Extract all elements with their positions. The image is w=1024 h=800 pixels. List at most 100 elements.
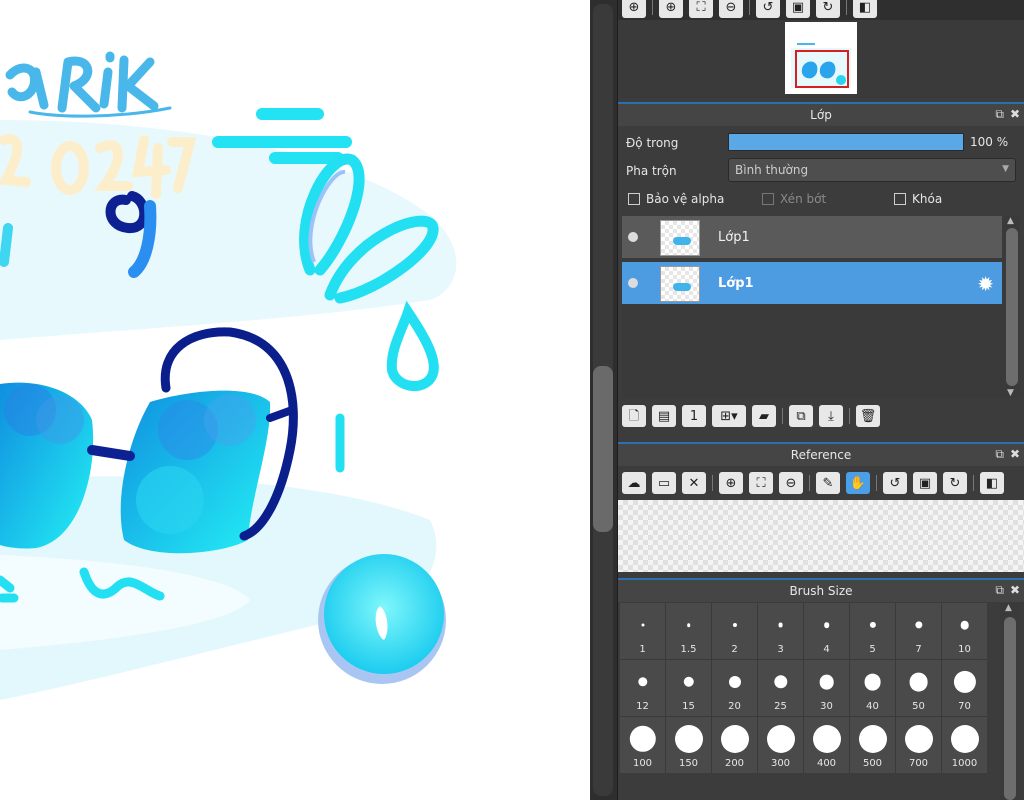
brush-dot [823, 622, 830, 628]
brush-size-label: 500 [862, 758, 883, 769]
brush-size-scrollbar[interactable]: ▲ [1000, 603, 1020, 800]
brush-size-cell[interactable]: 1 [620, 603, 665, 659]
brush-size-cell[interactable]: 70 [942, 660, 987, 716]
fit-window-icon[interactable]: ⛶ [749, 472, 773, 494]
brush-size-cell[interactable]: 10 [942, 603, 987, 659]
delete-layer-icon[interactable]: 🗑 [856, 405, 880, 427]
rotate-right-icon[interactable]: ↻ [943, 472, 967, 494]
brush-dot [683, 676, 694, 688]
brush-size-label: 300 [770, 758, 791, 769]
popout-icon[interactable]: ⧉ [995, 583, 1004, 598]
brush-dot [812, 725, 841, 753]
layer-name: Lớp1 [718, 230, 750, 245]
close-icon[interactable]: ✕ [682, 472, 706, 494]
zoom-in-icon[interactable]: ⊕ [719, 472, 743, 494]
blend-mode-select[interactable]: Bình thường ▼ [728, 158, 1016, 182]
brush-size-cell[interactable]: 100 [620, 717, 665, 773]
navigator-thumbnail[interactable] [785, 22, 857, 94]
rotate-left-icon[interactable]: ↺ [883, 472, 907, 494]
brush-size-cell[interactable]: 20 [712, 660, 757, 716]
rotate-reset-icon[interactable]: ▣ [786, 0, 810, 18]
popout-icon[interactable]: ⧉ [995, 107, 1004, 122]
brush-size-cell[interactable]: 300 [758, 717, 803, 773]
brush-size-cell[interactable]: 7 [896, 603, 941, 659]
brush-dot [904, 725, 933, 753]
layer-list-scrollbar[interactable]: ▲ ▼ [1002, 216, 1020, 398]
duplicate-layer-icon[interactable]: ⧉ [789, 405, 813, 427]
brush-size-cell[interactable]: 2 [712, 603, 757, 659]
add-layer-dropdown-icon[interactable]: ⊞▾ [712, 405, 746, 427]
brush-size-cell[interactable]: 3 [758, 603, 803, 659]
gear-icon[interactable]: ✹ [977, 272, 994, 296]
layer-thumbnail-art [673, 237, 691, 245]
visibility-icon[interactable] [628, 232, 638, 242]
open-file-icon[interactable]: ▭ [652, 472, 676, 494]
load-cloud-icon[interactable]: ☁ [622, 472, 646, 494]
layer-row-selected[interactable]: Lớp1 ✹ [622, 262, 1002, 306]
brush-size-cell[interactable]: 15 [666, 660, 711, 716]
navigator-preview[interactable] [618, 20, 1024, 98]
artwork-teardrop [386, 300, 439, 391]
brush-size-cell[interactable]: 150 [666, 717, 711, 773]
brush-size-cell[interactable]: 40 [850, 660, 895, 716]
new-folder-icon[interactable]: ▰ [752, 405, 776, 427]
navigator-viewport-frame[interactable] [795, 50, 849, 88]
app-window: ⊕ ⊕ ⛶ ⊖ ↺ ▣ ↻ ◧ Lớp ⧉ ✖ Độ trong 100 % P… [0, 0, 1024, 800]
layer-row[interactable]: Lớp1 [622, 216, 1002, 260]
clipping-checkbox[interactable]: Xén bớt [762, 192, 826, 206]
drawing-canvas[interactable] [0, 0, 590, 800]
checkbox-box[interactable] [762, 193, 774, 205]
rotate-left-icon[interactable]: ↺ [756, 0, 780, 18]
visibility-icon[interactable] [628, 278, 638, 288]
brush-size-cell[interactable]: 4 [804, 603, 849, 659]
brush-size-label: 1 [639, 644, 646, 655]
close-icon[interactable]: ✖ [1010, 447, 1020, 462]
hand-icon[interactable]: ✋ [846, 472, 870, 494]
rotate-reset-icon[interactable]: ▣ [913, 472, 937, 494]
checkbox-box[interactable] [894, 193, 906, 205]
brush-size-cell[interactable]: 50 [896, 660, 941, 716]
new-1bit-layer-icon[interactable]: 1 [682, 405, 706, 427]
new-halftone-layer-icon[interactable]: ▤ [652, 405, 676, 427]
zoom-fit-icon[interactable]: ⊕ [622, 0, 646, 18]
brush-size-cell[interactable]: 200 [712, 717, 757, 773]
popout-icon[interactable]: ⧉ [995, 447, 1004, 462]
protect-alpha-checkbox[interactable]: Bảo vệ alpha [628, 192, 724, 206]
scroll-up-icon[interactable]: ▲ [1005, 603, 1012, 613]
checkbox-box[interactable] [628, 193, 640, 205]
flip-horizontal-icon[interactable]: ◧ [853, 0, 877, 18]
brush-size-cell[interactable]: 700 [896, 717, 941, 773]
brush-size-cell[interactable]: 1.5 [666, 603, 711, 659]
zoom-out-icon[interactable]: ⊖ [719, 0, 743, 18]
scrollbar-thumb[interactable] [1004, 617, 1016, 800]
flip-horizontal-icon[interactable]: ◧ [980, 472, 1004, 494]
brush-size-cell[interactable]: 400 [804, 717, 849, 773]
new-layer-icon[interactable]: 🗋 [622, 405, 646, 427]
brush-size-cell[interactable]: 1000 [942, 717, 987, 773]
scrollbar-thumb[interactable] [1006, 228, 1018, 386]
zoom-out-icon[interactable]: ⊖ [779, 472, 803, 494]
scrollbar-thumb[interactable] [593, 366, 613, 532]
reference-preview[interactable] [618, 500, 1024, 572]
close-icon[interactable]: ✖ [1010, 107, 1020, 122]
brush-size-cell[interactable]: 500 [850, 717, 895, 773]
brush-size-cell[interactable]: 25 [758, 660, 803, 716]
rotate-right-icon[interactable]: ↻ [816, 0, 840, 18]
brush-size-cell[interactable]: 5 [850, 603, 895, 659]
eyedropper-icon[interactable]: ✎ [816, 472, 840, 494]
brush-size-cell[interactable]: 30 [804, 660, 849, 716]
brush-size-grid: 1 1.5 2 3 4 5 7 10 12 15 20 25 30 40 50 70 100 150 200 300 4… [620, 603, 987, 773]
zoom-in-icon[interactable]: ⊕ [659, 0, 683, 18]
fit-window-icon[interactable]: ⛶ [689, 0, 713, 18]
scroll-down-icon[interactable]: ▼ [1007, 388, 1014, 398]
lock-checkbox[interactable]: Khóa [894, 192, 942, 206]
brush-dot [766, 725, 795, 753]
lock-label: Khóa [912, 192, 943, 206]
brush-size-label: 150 [678, 758, 699, 769]
scroll-up-icon[interactable]: ▲ [1007, 216, 1014, 226]
canvas-vertical-scrollbar[interactable] [590, 0, 618, 800]
close-icon[interactable]: ✖ [1010, 583, 1020, 598]
opacity-slider[interactable] [728, 133, 964, 151]
brush-size-cell[interactable]: 12 [620, 660, 665, 716]
merge-down-icon[interactable]: ⤓ [819, 405, 843, 427]
